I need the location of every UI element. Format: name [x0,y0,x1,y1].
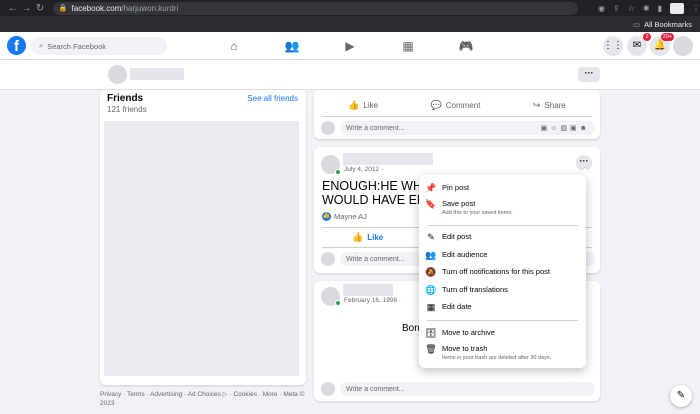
comment-button[interactable]: 💬 Comment [431,100,481,111]
friends-grid-redacted [104,121,299,376]
menu-divider [427,225,578,226]
online-status-dot [335,169,341,175]
comment-icon: 💬 [430,99,442,110]
back-icon[interactable]: ← [6,3,20,14]
thumbs-up-icon: 👍 [352,231,364,242]
comment-composer: Write a comment... ▣☺▨▣☻ [321,120,595,136]
gaming-icon[interactable]: 🎮 [457,37,475,55]
commenter-avatar [321,252,335,266]
post-date[interactable]: July 4, 2012 · [344,166,383,173]
post-actions: 👍 Like 💬 Comment ↪ Share [322,97,592,113]
globe-icon: 🌐 [425,285,437,295]
puzzle-icon[interactable]: ✱ [643,4,650,13]
comment-composer: Write a comment... [321,381,595,397]
profile-more-button[interactable]: ··· [578,67,600,82]
menu-grid-icon[interactable]: ⋮⋮ [603,36,623,56]
bookmark-icon: 🔖 [425,199,437,209]
bell-off-icon: 🔕 [425,267,437,277]
commenter-avatar [321,121,335,135]
messenger-icon[interactable]: ✉ 2 [627,33,651,56]
post-text-line: WOULD HAVE ENO [322,193,422,207]
pencil-icon: ✎ [427,232,435,242]
bookmarks-bar: ▭ All Bookmarks [0,16,700,32]
friends-card: Friends 121 friends See all friends [100,90,306,385]
audience-icon: 👥 [425,250,437,260]
archive-icon: 🗄 [425,328,437,338]
home-icon[interactable]: ⌂ [225,37,243,55]
menu-item-turn-off-translations[interactable]: 🌐 Turn off translations [425,285,580,295]
post-date[interactable]: February 16, 1998 · [344,297,401,304]
new-message-compose-icon[interactable]: ✎ [670,385,692,407]
notifications-icon[interactable]: 🔔 20+ [650,33,674,56]
menu-item-edit-audience[interactable]: 👥 Edit audience [425,250,580,260]
reload-icon[interactable]: ↻ [33,3,47,14]
calendar-icon: ▦ [426,302,436,312]
notifications-badge: 20+ [660,33,674,41]
divider [322,116,592,117]
folder-icon: ▭ [632,19,641,29]
trash-icon: 🗑 [425,344,437,354]
friends-icon[interactable]: 👥 [283,37,301,55]
menu-item-edit-post[interactable]: ✎ Edit post [425,232,580,242]
profile-avatar-small[interactable] [108,65,127,84]
account-avatar[interactable] [673,36,693,56]
menu-divider [427,320,578,321]
url-host: facebook.com [71,3,122,13]
profile-avatar[interactable] [670,2,684,14]
share-button[interactable]: ↪ Share [533,100,566,111]
menu-item-move-to-trash[interactable]: 🗑 Move to trash Items in your trash are d… [425,344,580,362]
marketplace-icon[interactable]: ▦ [399,37,417,55]
browser-toolbar: ← → ↻ 🔒 facebook.com/harjuwon.kurdri ◉ ⇪… [0,0,700,16]
like-reaction-icon: 👍 [322,212,331,221]
menu-item-move-to-archive[interactable]: 🗄 Move to archive [425,328,580,338]
url-path: /harjuwon.kurdri [121,3,179,13]
menu-item-turn-off-notifications[interactable]: 🔕 Turn off notifications for this post [425,267,580,277]
see-all-friends-link[interactable]: See all friends [247,94,298,103]
commenter-avatar [321,382,335,396]
all-bookmarks[interactable]: All Bookmarks [644,20,692,29]
comment-input[interactable]: Write a comment... [340,382,595,396]
profile-header-strip: ··· [0,60,700,90]
menu-item-save-post[interactable]: 🔖 Save post Add this to your saved items. [425,199,580,217]
facebook-top-nav: f ⌕ ⌂ 👥 ▶ ▦ 🎮 ⋮⋮ ✉2 🔔20+ [0,32,700,60]
sidepanel-icon[interactable]: ▮ [658,4,662,13]
google-icon[interactable]: ◉ [598,4,605,13]
share-arrow-icon: ↪ [532,99,541,110]
like-button[interactable]: 👍 Like [348,100,378,111]
friends-count: 121 friends [107,105,147,114]
messenger-badge: 2 [643,33,651,41]
forward-icon[interactable]: → [20,3,34,14]
kebab-icon[interactable]: ⋮ [692,4,700,13]
lock-icon: 🔒 [58,5,68,12]
menu-item-pin-post[interactable]: 📌 Pin post [425,183,580,193]
comment-input[interactable]: Write a comment... ▣☺▨▣☻ [340,121,595,135]
friends-title: Friends [107,93,144,104]
address-bar[interactable]: 🔒 facebook.com/harjuwon.kurdri [52,1,579,15]
star-icon[interactable]: ☆ [628,4,635,13]
comment-tools-icons[interactable]: ▣☺▨▣☻ [541,124,590,132]
post-card: 👍 Like 💬 Comment ↪ Share Write a comment...… [314,90,600,139]
extension-icons: ◉ ⇪ ☆ ✱ ▮ ⋮ [598,2,700,14]
thumbs-up-icon: 👍 [348,99,360,110]
post-text-line: ENOUGH:HE WHO [322,179,422,193]
poster-name-redacted [343,284,393,296]
pin-icon: 📌 [425,183,437,193]
profile-name-redacted [130,68,184,80]
footer-links[interactable]: Privacy · Terms · Advertising · Ad Choic… [100,390,310,408]
share-icon[interactable]: ⇪ [613,4,620,13]
menu-item-edit-date[interactable]: ▦ Edit date [425,302,580,312]
watch-icon[interactable]: ▶ [341,37,359,55]
poster-name-redacted [343,153,433,165]
online-status-dot [335,300,341,306]
post-options-menu: 📌 Pin post 🔖 Save post Add this to your s… [419,175,586,368]
reaction-summary[interactable]: 👍 Mayne AJ [322,212,367,221]
like-button[interactable]: 👍 Like [352,232,383,243]
